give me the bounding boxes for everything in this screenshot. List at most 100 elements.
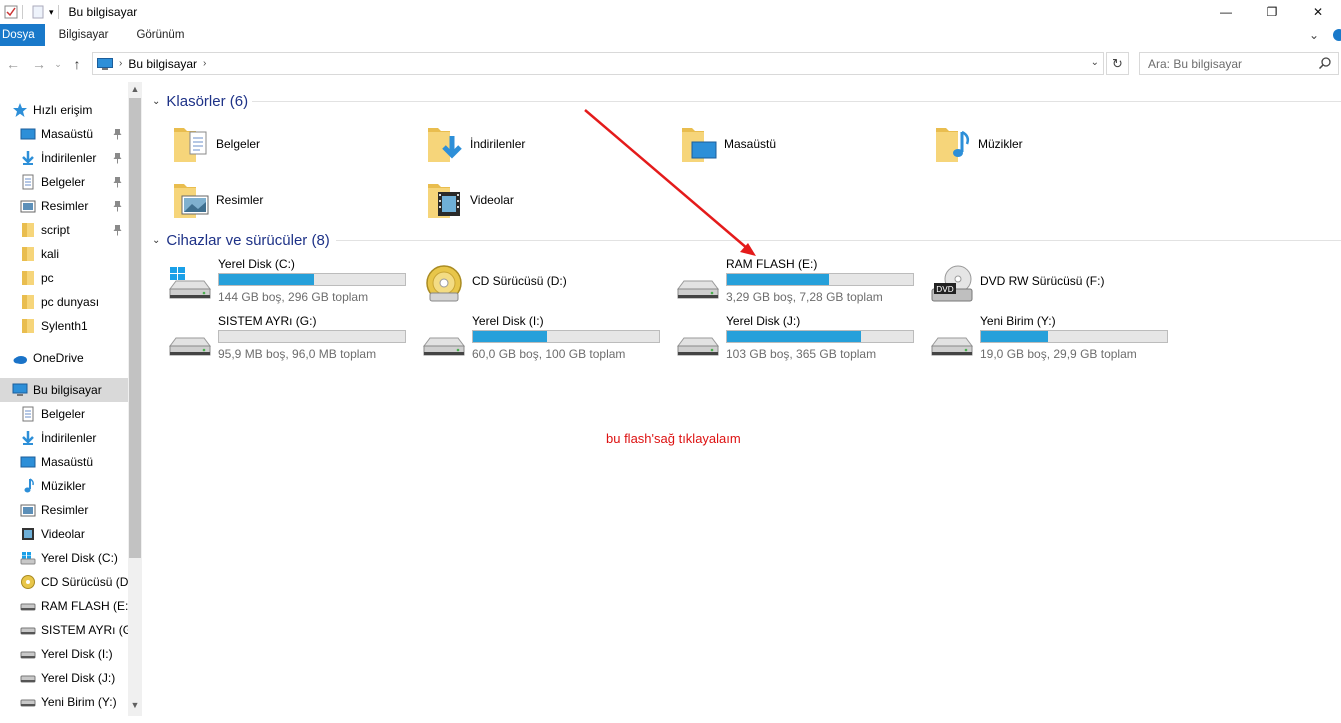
help-icon[interactable] — [1333, 29, 1341, 41]
sidebar-item[interactable]: Bu bilgisayar — [0, 378, 128, 402]
drive-icon — [20, 603, 36, 611]
pin-icon[interactable] — [113, 224, 122, 236]
breadcrumb-chevron-icon[interactable]: › — [203, 58, 206, 69]
folder-download-icon — [428, 128, 462, 162]
folder-icon — [22, 295, 34, 309]
back-button[interactable]: ← — [0, 56, 26, 72]
nav-scrollbar[interactable]: ▲ ▼ — [128, 82, 142, 723]
folders-group-header[interactable]: ⌄ Klasörler (6) — [152, 91, 248, 111]
sidebar-item-label: RAM FLASH (E:) — [41, 599, 128, 613]
drive-name: CD Sürücüsü (D:) — [472, 274, 567, 288]
address-bar[interactable]: › Bu bilgisayar › ⌄ — [92, 52, 1104, 75]
sidebar-item[interactable]: Videolar — [0, 522, 128, 546]
navigation-bar: ← → ⌄ ↑ › Bu bilgisayar › ⌄ ↻ Ara: Bu bi… — [0, 50, 1341, 78]
sidebar-item[interactable]: OneDrive — [0, 346, 128, 370]
folder-item[interactable]: Belgeler — [170, 120, 410, 168]
sidebar-item[interactable]: Yerel Disk (C:) — [0, 546, 128, 570]
sidebar-item[interactable]: Müzikler — [0, 474, 128, 498]
sidebar-item[interactable]: Resimler — [0, 498, 128, 522]
refresh-button[interactable]: ↻ — [1106, 52, 1129, 75]
search-input[interactable]: Ara: Bu bilgisayar — [1139, 52, 1339, 75]
sidebar-item-label: kali — [41, 247, 60, 261]
folder-music-icon — [936, 128, 970, 162]
folder-item[interactable]: Resimler — [170, 176, 410, 224]
toolbar-separator — [22, 5, 23, 19]
drive-item[interactable]: CD Sürücüsü (D:) — [420, 257, 670, 307]
drive-item[interactable]: RAM FLASH (E:) 3,29 GB boş, 7,28 GB topla… — [674, 257, 924, 307]
drive-item[interactable]: Yerel Disk (C:) 144 GB boş, 296 GB toplam — [166, 257, 416, 307]
sidebar-item[interactable]: Masaüstü — [0, 450, 128, 474]
svg-text:DVD: DVD — [936, 285, 954, 294]
drive-name: Yerel Disk (J:) — [726, 314, 801, 328]
sidebar-item[interactable]: Belgeler — [0, 402, 128, 426]
folder-item[interactable]: Müzikler — [932, 120, 1172, 168]
sidebar-item[interactable]: kali — [0, 242, 128, 266]
title-bar: ▾ Bu bilgisayar — ❐ ✕ — [0, 0, 1341, 24]
search-icon[interactable] — [1318, 56, 1332, 70]
pin-icon[interactable] — [113, 152, 122, 164]
sidebar-item[interactable]: script — [0, 218, 128, 242]
close-button[interactable]: ✕ — [1295, 0, 1341, 24]
breadcrumb-chevron-icon[interactable]: › — [119, 58, 122, 69]
ribbon-expand-icon[interactable]: ⌄ — [1309, 28, 1319, 42]
scroll-up-icon[interactable]: ▲ — [128, 84, 142, 94]
sidebar-item-label: Belgeler — [41, 175, 86, 189]
checklist-icon[interactable] — [4, 5, 18, 19]
folder-item[interactable]: Masaüstü — [678, 120, 918, 168]
sidebar-item[interactable]: Resimler — [0, 194, 128, 218]
sidebar-item[interactable]: Yeni Birim (Y:) — [0, 690, 128, 714]
sidebar-item[interactable]: Hızlı erişim — [0, 98, 128, 122]
sidebar-item[interactable]: Yerel Disk (J:) — [0, 666, 128, 690]
drive-item[interactable]: Yerel Disk (I:) 60,0 GB boş, 100 GB topla… — [420, 314, 670, 364]
devices-group-header[interactable]: ⌄ Cihazlar ve sürücüler (8) — [152, 230, 330, 250]
minimize-button[interactable]: — — [1203, 0, 1249, 24]
new-folder-icon[interactable] — [31, 5, 45, 19]
pin-icon[interactable] — [113, 128, 122, 140]
restore-button[interactable]: ❐ — [1249, 0, 1295, 24]
pin-icon[interactable] — [113, 200, 122, 212]
tab-gorunum[interactable]: Görünüm — [122, 24, 198, 46]
sidebar-item[interactable]: Masaüstü — [0, 122, 128, 146]
drive-icon — [20, 699, 36, 707]
tab-dosya[interactable]: Dosya — [0, 24, 45, 46]
sidebar-item[interactable]: İndirilenler — [0, 426, 128, 450]
sidebar-item[interactable]: pc — [0, 266, 128, 290]
computer-icon — [97, 57, 113, 70]
folder-icon — [22, 319, 34, 333]
drive-item[interactable]: Yerel Disk (J:) 103 GB boş, 365 GB toplam — [674, 314, 924, 364]
folder-item[interactable]: İndirilenler — [424, 120, 664, 168]
sidebar-item-label: Sylenth1 — [41, 319, 88, 333]
folder-label: Videolar — [470, 193, 514, 207]
pin-icon[interactable] — [113, 176, 122, 188]
breadcrumb-item[interactable]: Bu bilgisayar — [128, 57, 197, 71]
folder-item[interactable]: Videolar — [424, 176, 664, 224]
address-dropdown-icon[interactable]: ⌄ — [1091, 57, 1099, 68]
drive-name: Yerel Disk (I:) — [472, 314, 544, 328]
collapse-chevron-icon[interactable]: ⌄ — [152, 96, 160, 107]
drive-space-info: 60,0 GB boş, 100 GB toplam — [472, 347, 626, 361]
sidebar-item[interactable]: İndirilenler — [0, 146, 128, 170]
sidebar-item[interactable]: pc dunyası — [0, 290, 128, 314]
content-area: ⌄ Klasörler (6) ⌄ Cihazlar ve sürücüler … — [142, 82, 1341, 723]
sidebar-item[interactable]: Belgeler — [0, 170, 128, 194]
sidebar-item[interactable]: CD Sürücüsü (D: — [0, 570, 128, 594]
forward-button[interactable]: → — [26, 56, 52, 72]
sidebar-item[interactable]: RAM FLASH (E:) — [0, 594, 128, 618]
recent-locations-icon[interactable]: ⌄ — [52, 59, 64, 70]
up-button[interactable]: ↑ — [64, 56, 90, 72]
sidebar-item[interactable]: SISTEM AYRı (G:) — [0, 618, 128, 642]
drive-item[interactable]: SISTEM AYRı (G:) 95,9 MB boş, 96,0 MB top… — [166, 314, 416, 364]
drive-usage-fill — [981, 331, 1048, 342]
collapse-chevron-icon[interactable]: ⌄ — [152, 235, 160, 246]
drive-usage-bar — [218, 330, 406, 343]
sidebar-item-label: OneDrive — [33, 351, 84, 365]
download-icon — [22, 151, 34, 165]
tab-bilgisayar[interactable]: Bilgisayar — [45, 24, 123, 46]
drive-item[interactable]: DVD DVD RW Sürücüsü (F:) — [928, 257, 1178, 307]
drive-item[interactable]: Yeni Birim (Y:) 19,0 GB boş, 29,9 GB topl… — [928, 314, 1178, 364]
sidebar-item[interactable]: Yerel Disk (I:) — [0, 642, 128, 666]
quick-access-dropdown-icon[interactable]: ▾ — [49, 7, 54, 18]
scroll-thumb[interactable] — [129, 98, 141, 558]
sidebar-item[interactable]: Sylenth1 — [0, 314, 128, 338]
scroll-down-icon[interactable]: ▼ — [128, 700, 142, 710]
